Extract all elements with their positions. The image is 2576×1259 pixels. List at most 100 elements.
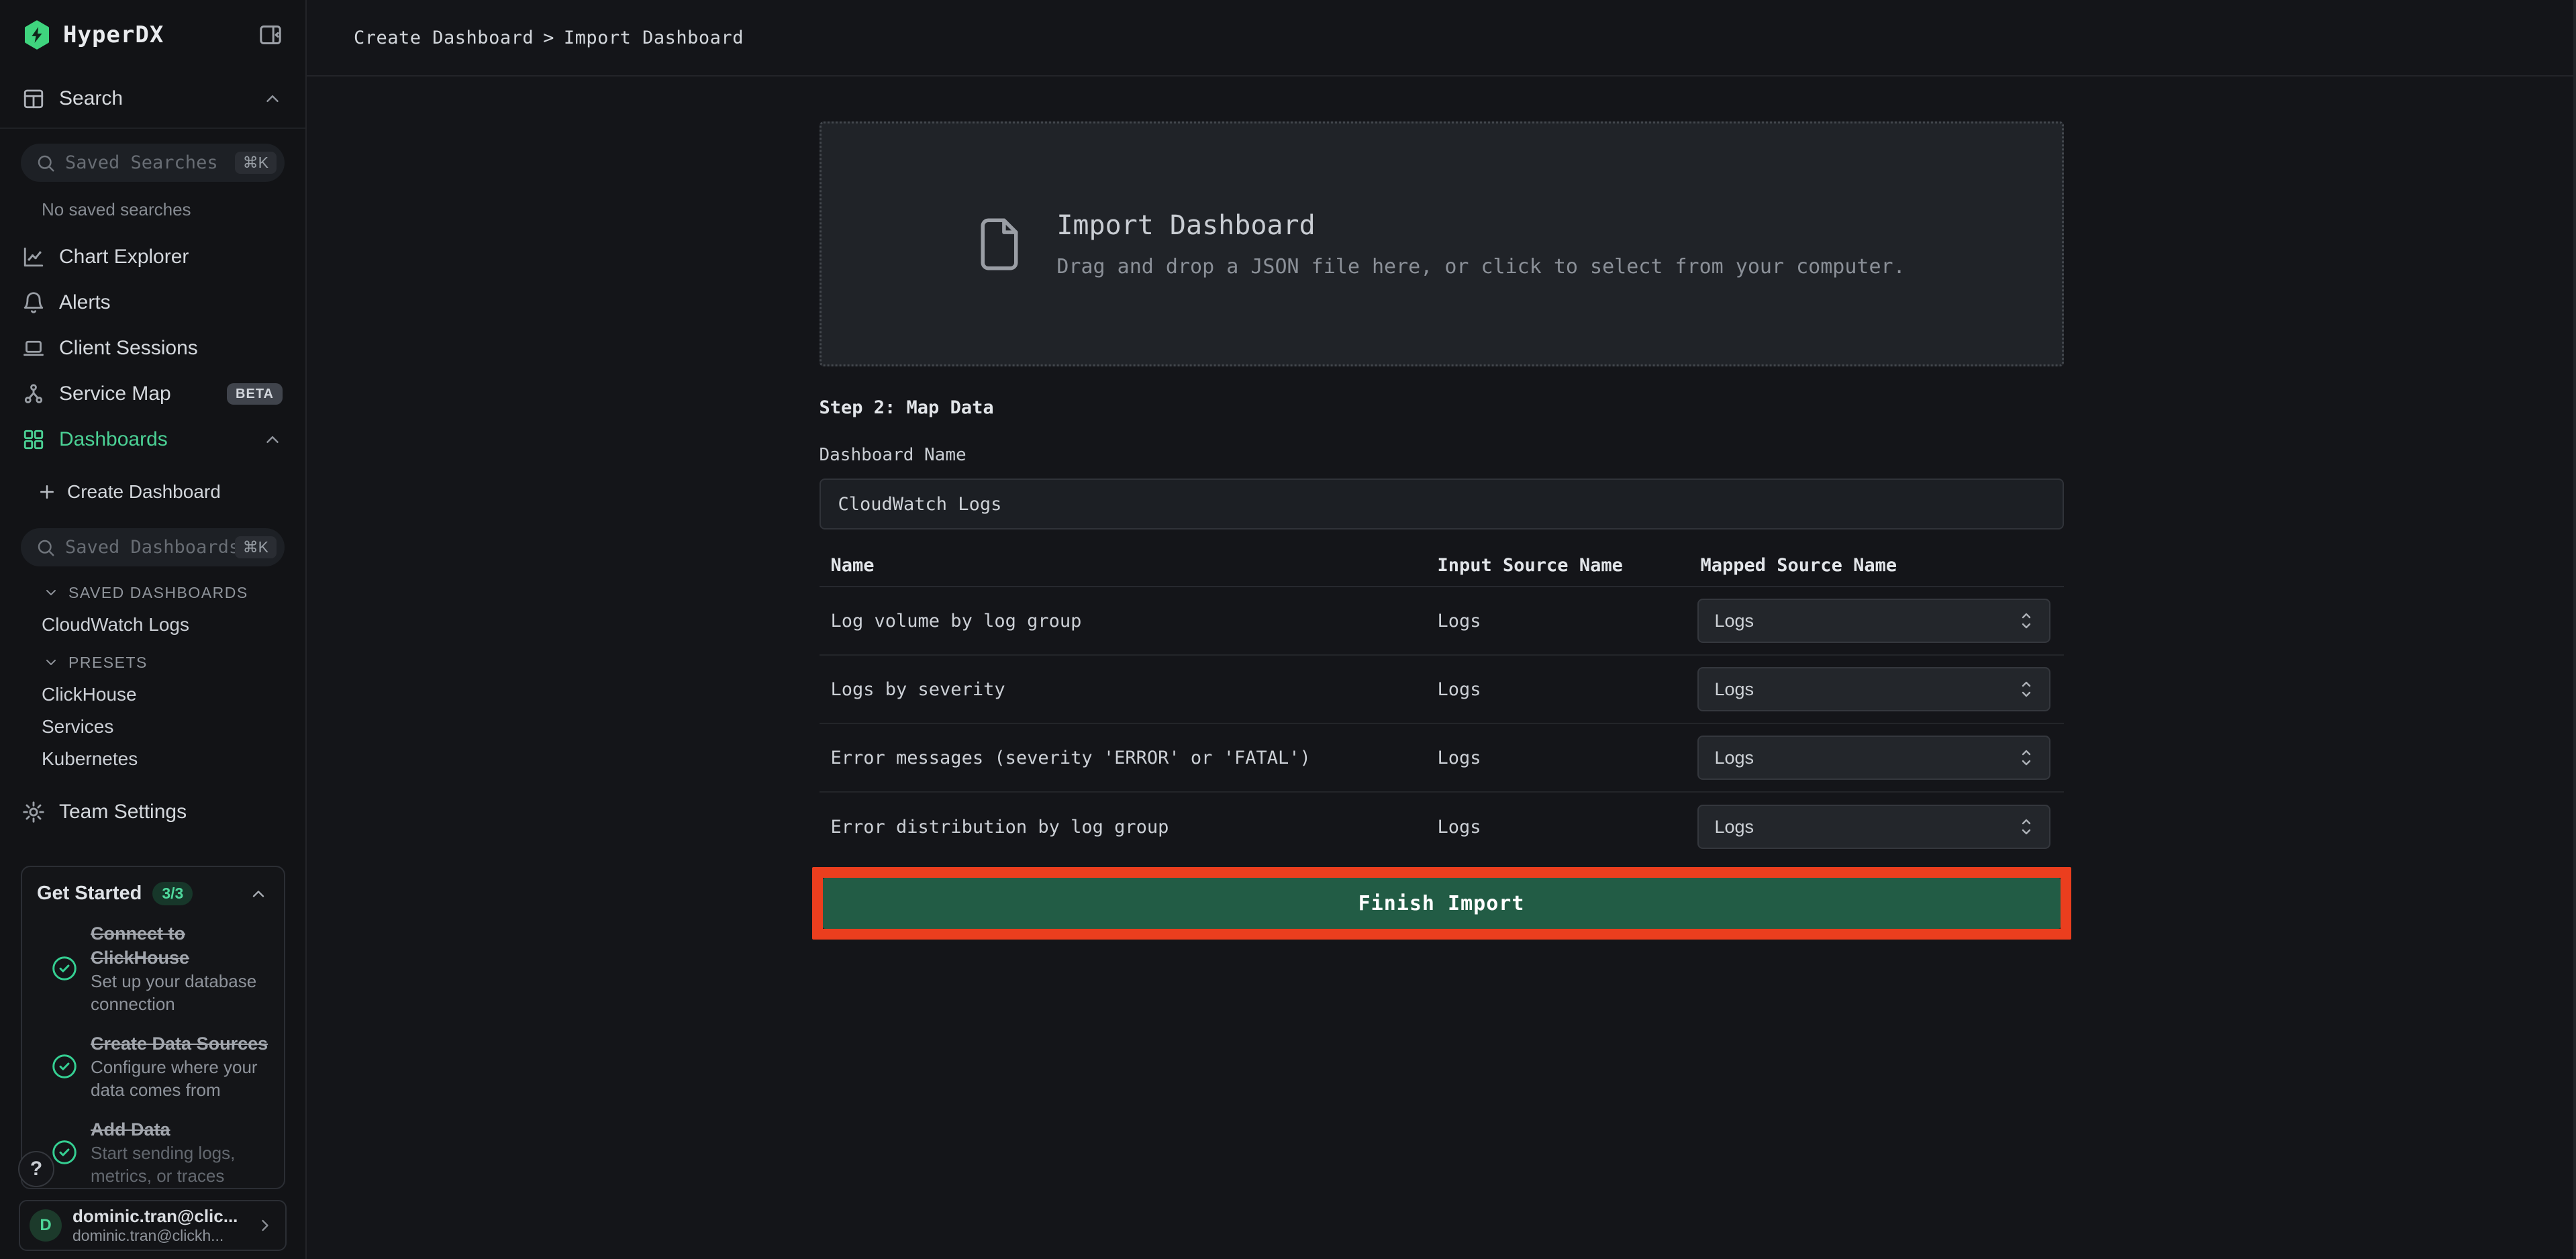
chart-name-cell: Logs by severity: [820, 679, 1426, 700]
search-icon: [36, 153, 56, 173]
json-dropzone[interactable]: Import Dashboard Drag and drop a JSON fi…: [820, 121, 2064, 366]
sidebar-item-team-settings[interactable]: Team Settings: [0, 791, 305, 834]
input-source-cell: Logs: [1426, 748, 1689, 768]
dropzone-inner: Import Dashboard Drag and drop a JSON fi…: [977, 209, 1905, 279]
mapped-source-cell: Logs: [1689, 667, 2064, 711]
file-icon: [977, 215, 1022, 274]
finish-import-button[interactable]: Finish Import: [823, 878, 2061, 929]
get-started-item-add-data[interactable]: Add Data Start sending logs, metrics, or…: [50, 1117, 272, 1187]
mapped-source-cell: Logs: [1689, 599, 2064, 643]
app-window: HyperDX Search: [0, 0, 2576, 1259]
sidebar-section-search[interactable]: Search: [0, 70, 305, 129]
saved-dashboards-input[interactable]: [65, 537, 235, 558]
chart-name-cell: Log volume by log group: [820, 611, 1426, 632]
sidebar-item-client-sessions[interactable]: Client Sessions: [0, 325, 305, 371]
scrollbar[interactable]: [2573, 0, 2576, 1259]
table-header: Name Input Source Name Mapped Source Nam…: [820, 544, 2064, 587]
search-section-label: Search: [59, 87, 123, 110]
saved-dashboards-search[interactable]: ⌘K: [21, 528, 285, 566]
gear-icon: [21, 800, 46, 824]
logo-row: HyperDX: [0, 0, 305, 70]
topbar: Create Dashboard>Import Dashboard: [307, 0, 2576, 77]
chevron-up-icon: [262, 89, 283, 109]
mapping-table: Name Input Source Name Mapped Source Nam…: [820, 544, 2064, 861]
breadcrumb-parent[interactable]: Create Dashboard: [354, 28, 534, 48]
breadcrumb: Create Dashboard>Import Dashboard: [354, 28, 744, 48]
mapped-source-select[interactable]: Logs: [1697, 736, 2050, 780]
user-email: dominic.tran@clickh...: [72, 1226, 238, 1245]
chevron-up-icon: [249, 885, 268, 903]
dropzone-texts: Import Dashboard Drag and drop a JSON fi…: [1056, 209, 1905, 279]
sidebar-item-kubernetes[interactable]: Kubernetes: [42, 748, 305, 770]
check-circle-icon: [50, 1052, 79, 1080]
selected-value: Logs: [1715, 748, 1754, 768]
dropzone-subtitle: Drag and drop a JSON file here, or click…: [1056, 255, 1905, 279]
get-started-item-title: Create Data Sources: [91, 1031, 272, 1056]
mapped-source-select[interactable]: Logs: [1697, 805, 2050, 849]
get-started-card: Get Started 3/3 Connect to ClickHouse Se…: [21, 866, 285, 1189]
check-circle-icon: [50, 954, 79, 983]
chevron-down-icon: [43, 654, 59, 670]
mapped-source-select[interactable]: Logs: [1697, 599, 2050, 643]
sidebar-item-alerts[interactable]: Alerts: [0, 280, 305, 325]
column-header-mapped-source: Mapped Source Name: [1689, 555, 2064, 576]
sidebar-item-label: Dashboards: [59, 428, 168, 451]
group-presets[interactable]: PRESETS: [43, 652, 305, 672]
import-dashboard-page: Import Dashboard Drag and drop a JSON fi…: [820, 77, 2064, 940]
select-chevrons-icon: [2018, 815, 2034, 838]
group-saved-dashboards[interactable]: SAVED DASHBOARDS: [43, 583, 305, 603]
chart-name-cell: Error distribution by log group: [820, 817, 1426, 838]
chevron-down-icon: [43, 585, 59, 601]
search-section-icon: [21, 87, 46, 111]
mapped-source-select[interactable]: Logs: [1697, 667, 2050, 711]
create-dashboard-label: Create Dashboard: [67, 481, 221, 503]
mapped-source-cell: Logs: [1689, 736, 2064, 780]
user-menu[interactable]: D dominic.tran@clic... dominic.tran@clic…: [19, 1200, 287, 1251]
sidebar-item-chart-explorer[interactable]: Chart Explorer: [0, 234, 305, 280]
saved-searches-input[interactable]: [65, 152, 235, 173]
get-started-item-connect[interactable]: Connect to ClickHouse Set up your databa…: [50, 921, 272, 1015]
get-started-item-desc: Set up your database connection: [91, 970, 272, 1015]
get-started-title: Get Started: [37, 883, 142, 905]
sidebar-item-dashboards[interactable]: Dashboards: [0, 417, 305, 462]
help-button[interactable]: ?: [18, 1151, 54, 1187]
sidebar-item-services[interactable]: Services: [42, 715, 305, 738]
dashboard-name-label: Dashboard Name: [820, 445, 2064, 465]
shortcut-badge: ⌘K: [235, 536, 277, 558]
get-started-item-title: Add Data: [91, 1117, 272, 1142]
chevron-up-icon: [262, 430, 283, 450]
get-started-header[interactable]: Get Started 3/3: [22, 867, 284, 905]
get-started-progress-badge: 3/3: [152, 882, 193, 905]
laptop-icon: [21, 336, 46, 360]
column-header-name: Name: [820, 555, 1426, 576]
breadcrumb-separator: >: [543, 28, 554, 48]
sidebar-item-service-map[interactable]: Service Map BETA: [0, 371, 305, 417]
sidebar-item-label: Service Map: [59, 383, 171, 405]
sidebar-collapse-icon[interactable]: [256, 20, 285, 50]
mapped-source-cell: Logs: [1689, 805, 2064, 849]
column-header-input-source: Input Source Name: [1426, 555, 1689, 576]
sidebar-item-cloudwatch-logs[interactable]: CloudWatch Logs: [42, 613, 305, 636]
sidebar-item-label: Alerts: [59, 291, 111, 314]
finish-import-highlight: Finish Import: [812, 867, 2071, 940]
sidebar-item-clickhouse[interactable]: ClickHouse: [42, 683, 305, 706]
dropzone-title: Import Dashboard: [1056, 209, 1905, 242]
app-title: HyperDX: [63, 21, 164, 48]
get-started-item-sources[interactable]: Create Data Sources Configure where your…: [50, 1031, 272, 1101]
table-row: Error messages (severity 'ERROR' or 'FAT…: [820, 724, 2064, 793]
select-chevrons-icon: [2018, 746, 2034, 769]
chart-name-cell: Error messages (severity 'ERROR' or 'FAT…: [820, 748, 1426, 768]
select-chevrons-icon: [2018, 609, 2034, 632]
table-row: Logs by severity Logs Logs: [820, 656, 2064, 724]
selected-value: Logs: [1715, 611, 1754, 632]
plus-icon: [37, 482, 57, 502]
get-started-item-desc: Configure where your data comes from: [91, 1056, 272, 1101]
bell-icon: [21, 291, 46, 315]
create-dashboard-button[interactable]: Create Dashboard: [0, 470, 305, 513]
dashboard-name-input[interactable]: [820, 479, 2064, 530]
input-source-cell: Logs: [1426, 611, 1689, 632]
group-title: SAVED DASHBOARDS: [68, 583, 248, 603]
saved-searches-search[interactable]: ⌘K: [21, 144, 285, 182]
table-row: Error distribution by log group Logs Log…: [820, 793, 2064, 861]
input-source-cell: Logs: [1426, 817, 1689, 838]
